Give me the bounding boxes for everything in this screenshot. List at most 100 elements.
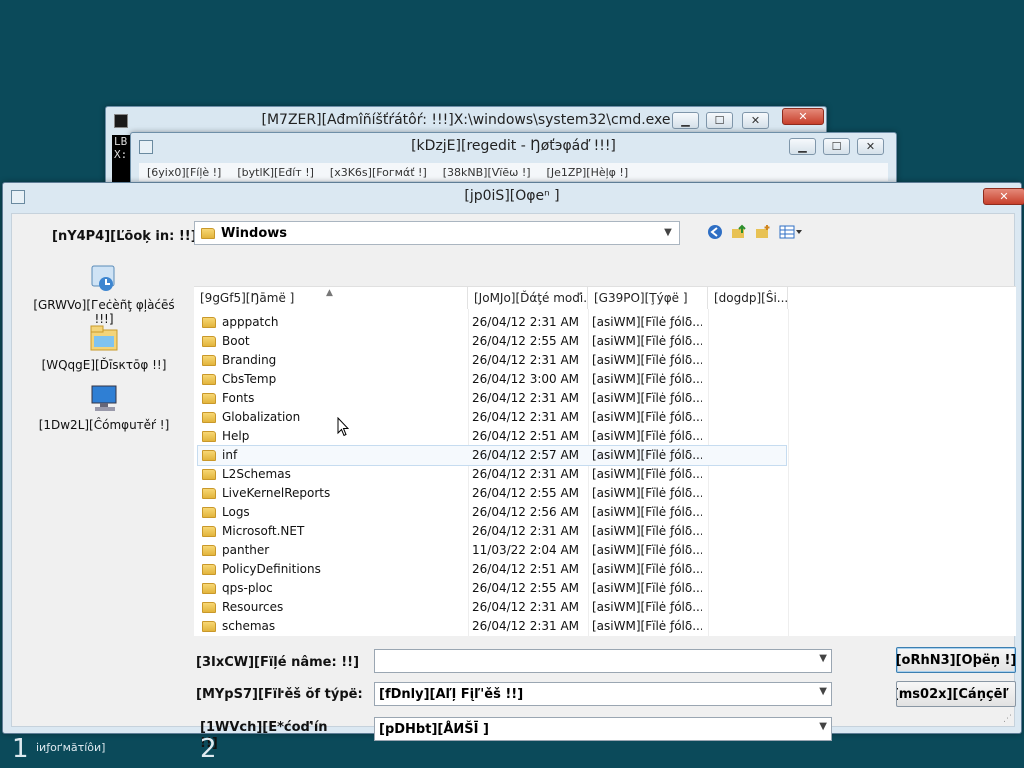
file-name: Globalization [222, 410, 301, 424]
new-folder-icon[interactable] [754, 224, 772, 242]
folder-icon [202, 430, 216, 442]
look-in-label: [nY4P4][Ľōoķ in: !!] [52, 229, 197, 244]
close-button[interactable]: ✕ [742, 112, 769, 129]
cancel-button[interactable]: [ms02x][Cáņçēľ ! [896, 681, 1016, 707]
dialog-titlebar[interactable]: [jp0iS][Öφeⁿ ] ✕ [3, 183, 1024, 211]
step-2-number: 2 [200, 734, 217, 764]
file-name: PolicyDefinitions [222, 562, 321, 576]
step-1-text: іиƒоґмăτíôи] [36, 741, 106, 754]
encoding-value: [pDHbt][ÅИŠĪ ] [379, 721, 489, 737]
file-date: 26/04/12 2:55 AM [472, 581, 580, 595]
open-dialog[interactable]: [jp0iS][Öφeⁿ ] ✕ [nY4P4][Ľōoķ in: !!] Wi… [2, 182, 1024, 751]
file-row[interactable]: qps-ploc 26/04/12 2:55 AM [asiWM][Fïlė ƒól… [198, 579, 786, 598]
recent-places-icon [88, 264, 120, 294]
file-row[interactable]: Resources 26/04/12 2:31 AM [asiWM][Fïlė ƒó… [198, 598, 786, 617]
file-row[interactable]: schemas 26/04/12 2:31 AM [asiWM][Fïlė ƒólδ… [198, 617, 786, 636]
file-date: 26/04/12 2:31 AM [472, 619, 580, 633]
chevron-down-icon: ▼ [819, 653, 827, 664]
file-row[interactable]: Fonts 26/04/12 2:31 AM [asiWM][Fïlė ƒólδ..… [198, 389, 786, 408]
cmd-close-button[interactable]: ✕ [782, 108, 824, 125]
folder-icon [202, 601, 216, 613]
resize-grip-icon[interactable]: ⋰ [1003, 714, 1012, 724]
sort-ascending-icon: ▲ [326, 288, 333, 298]
folder-icon [202, 582, 216, 594]
minimize-button[interactable]: ▁ [672, 112, 699, 129]
place-desktop[interactable]: [WQqgE][Ďīsкτōφ !!] [24, 324, 184, 372]
notepad-menubar: [6yix0][Fíļè !] [bytlK][Eđíт !] [x3K6s][… [139, 163, 888, 181]
file-name: Resources [222, 600, 284, 614]
look-in-combo[interactable]: Windows ▼ [194, 221, 680, 245]
file-row[interactable]: Help 26/04/12 2:51 AM [asiWM][Fïlė ƒólδ... [198, 427, 786, 446]
folder-icon [202, 544, 216, 556]
folder-icon [202, 525, 216, 537]
file-name-cell: apppatch [202, 315, 464, 329]
file-name-input[interactable]: ▼ [374, 649, 832, 673]
dialog-close-button[interactable]: ✕ [983, 188, 1024, 205]
menu-file[interactable]: [6yix0][Fíļè !] [147, 166, 221, 179]
file-type: [asiWM][Fïlė ƒólδ... [592, 372, 702, 386]
file-row[interactable]: L2Schemas 26/04/12 2:31 AM [asiWM][Fïlė ƒó… [198, 465, 786, 484]
file-name: panther [222, 543, 270, 557]
file-name: L2Schemas [222, 467, 291, 481]
file-row[interactable]: apppatch 26/04/12 2:31 AM [asiWM][Fïlė ƒól… [198, 313, 786, 332]
file-type: [asiWM][Fïlė ƒólδ... [592, 410, 702, 424]
cmd-titlebar[interactable]: [M7ZER][Ađmîñíšťŕátôŕ: !!!]X:\windows\sy… [106, 107, 826, 135]
file-date: 26/04/12 2:56 AM [472, 505, 580, 519]
menu-edit[interactable]: [bytlK][Eđíт !] [237, 166, 314, 179]
file-name-label: [3IxCW][Fïļé nâme: !!] [196, 655, 360, 670]
file-row[interactable]: Logs 26/04/12 2:56 AM [asiWM][Fïlė ƒólδ... [198, 503, 786, 522]
view-menu-icon[interactable] [778, 224, 804, 242]
file-row[interactable]: inf 26/04/12 2:57 AM [asiWM][Fïlė ƒólδ... [197, 445, 787, 466]
file-type: [asiWM][Fïlė ƒólδ... [592, 467, 702, 481]
chevron-down-icon: ▼ [664, 227, 672, 238]
column-date[interactable]: [JoMJo][Ďάţé moďi... [468, 287, 588, 309]
file-name-cell: Globalization [202, 410, 464, 424]
file-list[interactable]: [9gGf5][Ŋāmë ] ▲ [JoMJo][Ďάţé moďi... [G… [194, 286, 1016, 636]
file-row[interactable]: Boot 26/04/12 2:55 AM [asiWM][Fïlė ƒólδ... [198, 332, 786, 351]
file-date: 26/04/12 2:31 AM [472, 467, 580, 481]
file-row[interactable]: LiveKernelReports 26/04/12 2:55 AM [asiWM]… [198, 484, 786, 503]
file-date: 26/04/12 2:31 AM [472, 524, 580, 538]
encoding-select[interactable]: [pDHbt][ÅИŠĪ ] ▼ [374, 717, 832, 741]
notepad-titlebar[interactable]: [kDzjE][regedit - Ŋøťэφáď !!!] ▁ ☐ ✕ [131, 133, 896, 161]
column-name-label: [9gGf5][Ŋāmë ] [200, 291, 295, 305]
notepad-title: [kDzjE][regedit - Ŋøťэφáď !!!] [411, 138, 616, 154]
file-name: schemas [222, 619, 276, 633]
file-name: Logs [222, 505, 250, 519]
column-type[interactable]: [G39PO][Ţýφë ] [588, 287, 708, 309]
file-row[interactable]: Globalization 26/04/12 2:31 AM [asiWM][Fïl… [198, 408, 786, 427]
column-size[interactable]: [dogdp][Ŝi... [708, 287, 788, 309]
minimize-button[interactable]: ▁ [789, 138, 816, 155]
file-type: [asiWM][Fïlė ƒólδ... [592, 562, 702, 576]
file-name-cell: Microsoft.NET [202, 524, 464, 538]
file-row[interactable]: PolicyDefinitions 26/04/12 2:51 AM [asiWM]… [198, 560, 786, 579]
folder-icon [202, 468, 216, 480]
file-date: 26/04/12 2:31 AM [472, 315, 580, 329]
file-name-cell: Logs [202, 505, 464, 519]
file-row[interactable]: panther 11/03/22 2:04 AM [asiWM][Fïlė ƒólδ… [198, 541, 786, 560]
menu-view[interactable]: [38kNB][Vïēω !] [443, 166, 531, 179]
close-button[interactable]: ✕ [857, 138, 884, 155]
file-row[interactable]: Microsoft.NET 26/04/12 2:31 AM [asiWM][Fïl… [198, 522, 786, 541]
back-icon[interactable] [706, 224, 724, 242]
file-row[interactable]: Branding 26/04/12 2:31 AM [asiWM][Fïlė ƒól… [198, 351, 786, 370]
maximize-button[interactable]: ☐ [706, 112, 733, 129]
place-label: [1Dw2L][Ĉómφuтěŕ !] [38, 418, 170, 432]
chevron-down-icon: ▼ [819, 721, 827, 732]
up-folder-icon[interactable] [730, 224, 748, 242]
menu-format[interactable]: [x3K6s][Foгмάť !] [330, 166, 427, 179]
file-type: [asiWM][Fïlė ƒólδ... [592, 315, 702, 329]
menu-help[interactable]: [Je1ZP][Hèļφ !] [547, 166, 629, 179]
file-name-cell: Boot [202, 334, 464, 348]
open-button[interactable]: [oRhN3][Oþёņ !] [896, 647, 1016, 673]
folder-icon [202, 392, 216, 404]
column-name[interactable]: [9gGf5][Ŋāmë ] ▲ [194, 287, 468, 309]
file-date: 26/04/12 2:51 AM [472, 429, 580, 443]
place-recent[interactable]: [GRWVo][Гeċèñţ φļàćēś !!!] [24, 264, 184, 326]
file-date: 26/04/12 2:31 AM [472, 353, 580, 367]
file-row[interactable]: CbsTemp 26/04/12 3:00 AM [asiWM][Fïlė ƒólδ… [198, 370, 786, 389]
maximize-button[interactable]: ☐ [823, 138, 850, 155]
file-date: 26/04/12 2:31 AM [472, 391, 580, 405]
place-computer[interactable]: [1Dw2L][Ĉómφuтěŕ !] [24, 384, 184, 432]
file-type-select[interactable]: [fDnly][Aľļ Fįľ'ěš !!] ▼ [374, 682, 832, 706]
